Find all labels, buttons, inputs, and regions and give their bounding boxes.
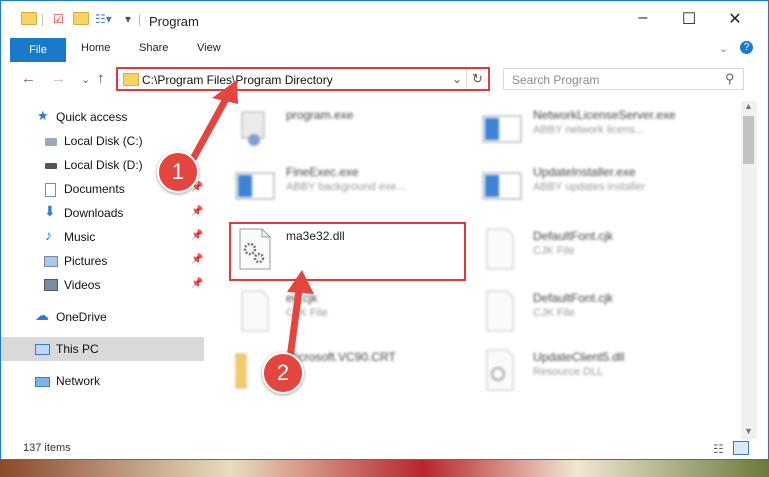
step-badge: 2 (262, 352, 304, 394)
step-badge: 1 (157, 151, 199, 193)
annotation-arrows (184, 80, 314, 362)
